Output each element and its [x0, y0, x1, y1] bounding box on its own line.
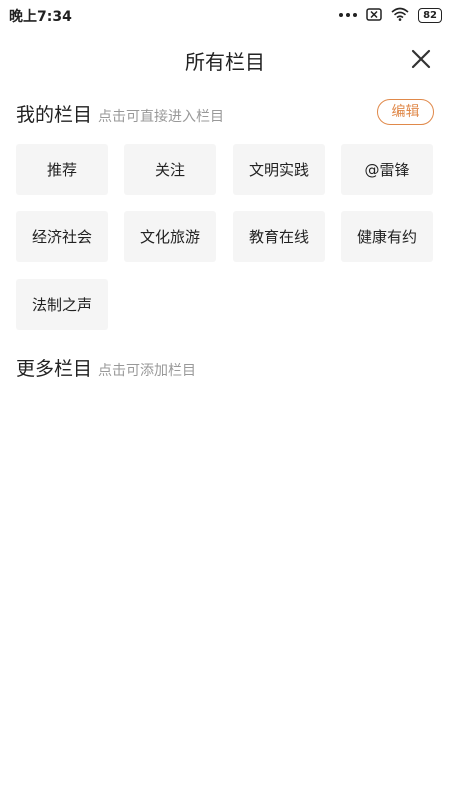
- status-icons: 82: [339, 6, 442, 24]
- more-dots-icon: [339, 13, 358, 17]
- my-channels-hint: 点击可直接进入栏目: [98, 109, 225, 125]
- my-channels-header: 我的栏目 点击可直接进入栏目: [16, 100, 224, 127]
- more-channels-header: 更多栏目 点击可添加栏目: [16, 354, 196, 381]
- channel-tile[interactable]: 健康有约: [341, 211, 433, 262]
- no-sim-icon: [366, 6, 382, 25]
- channel-tile[interactable]: @雷锋: [341, 144, 433, 195]
- header: 所有栏目: [0, 40, 450, 78]
- channel-tile[interactable]: 文化旅游: [124, 211, 216, 262]
- channel-tile[interactable]: 法制之声: [16, 279, 108, 330]
- status-bar: 晚上7:34 82: [0, 0, 450, 30]
- channel-tile[interactable]: 经济社会: [16, 211, 108, 262]
- my-channels-title: 我的栏目: [16, 104, 93, 126]
- close-icon: [411, 49, 431, 69]
- edit-button[interactable]: 编辑: [377, 99, 434, 125]
- channel-tile[interactable]: 推荐: [16, 144, 108, 195]
- status-time: 晚上7:34: [9, 9, 72, 25]
- more-channels-title: 更多栏目: [16, 358, 93, 380]
- close-button[interactable]: [406, 44, 436, 74]
- channel-tile[interactable]: 教育在线: [233, 211, 325, 262]
- battery-icon: 82: [418, 7, 442, 23]
- wifi-icon: [391, 6, 409, 25]
- channel-tile[interactable]: 关注: [124, 144, 216, 195]
- page-title: 所有栏目: [185, 50, 265, 74]
- channel-tile[interactable]: 文明实践: [233, 144, 325, 195]
- more-channels-hint: 点击可添加栏目: [98, 363, 197, 379]
